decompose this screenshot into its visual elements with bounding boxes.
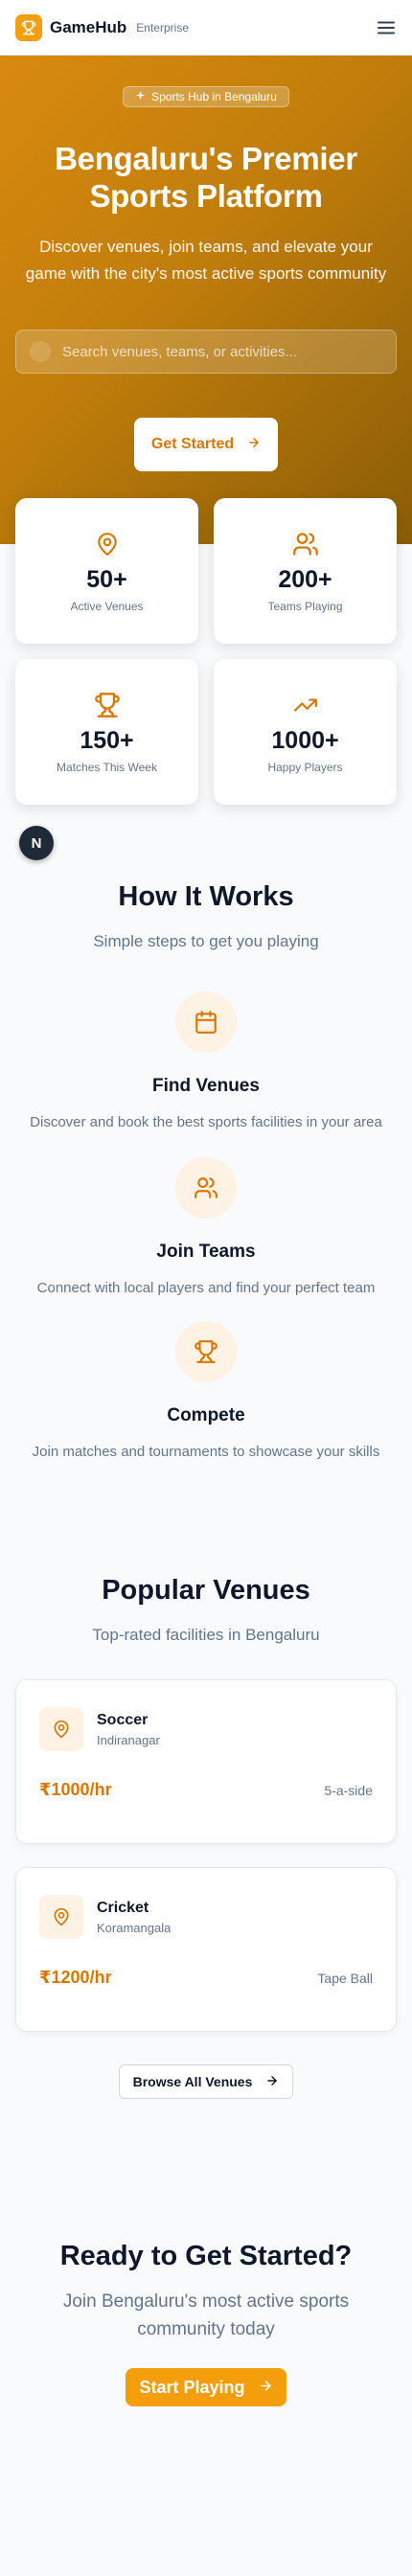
search-bar — [15, 330, 397, 374]
step-desc: Discover and book the best sports facili… — [30, 1114, 382, 1130]
search-icon — [30, 341, 51, 362]
venues-title: Popular Venues — [102, 1575, 310, 1606]
stat-label: Happy Players — [267, 760, 343, 774]
users-icon — [291, 530, 320, 559]
venue-location: Indiranagar — [97, 1732, 160, 1747]
step-title: Compete — [167, 1405, 245, 1425]
browse-label: Browse All Venues — [132, 2074, 253, 2089]
stat-card: 50+ Active Venues — [15, 498, 198, 644]
stat-label: Teams Playing — [267, 599, 343, 613]
map-pin-icon — [95, 530, 120, 559]
arrow-right-icon — [259, 2378, 273, 2398]
stat-card: 200+ Teams Playing — [214, 498, 397, 644]
ready-subtitle: Join Bengaluru's most active sports comm… — [62, 2291, 350, 2339]
step-desc: Join matches and tournaments to showcase… — [32, 1444, 380, 1460]
venue-card[interactable]: Cricket Koramangala ₹1200/hr Tape Ball — [15, 1867, 397, 2032]
browse-all-venues-button[interactable]: Browse All Venues — [118, 2064, 294, 2099]
map-pin-icon — [39, 1707, 83, 1751]
sparkle-icon — [135, 90, 146, 103]
step-join-teams: Join Teams Connect with local players an… — [0, 1157, 412, 1300]
stats-grid: 50+ Active Venues 200+ Teams Playing 150… — [0, 498, 412, 805]
how-it-works-section: How It Works Simple steps to get you pla… — [0, 881, 412, 1464]
map-pin-icon — [39, 1895, 83, 1939]
venue-type: Tape Ball — [317, 1970, 373, 1986]
stat-card: 150+ Matches This Week — [15, 659, 198, 805]
how-title: How It Works — [118, 881, 294, 912]
venue-price: ₹1000/hr — [39, 1780, 112, 1799]
venue-price: ₹1200/hr — [39, 1968, 112, 1987]
start-playing-button[interactable]: Start Playing — [126, 2368, 286, 2406]
start-playing-label: Start Playing — [139, 2377, 245, 2397]
get-started-button[interactable]: Get Started — [133, 418, 279, 471]
arrow-right-icon — [247, 436, 261, 454]
hamburger-menu-icon[interactable] — [376, 17, 397, 38]
step-title: Join Teams — [156, 1242, 256, 1262]
step-title: Find Venues — [152, 1076, 260, 1096]
venue-type: 5-a-side — [324, 1782, 373, 1798]
hero-badge-text: Sports Hub in Bengaluru — [151, 90, 277, 103]
arrow-right-icon — [265, 2074, 279, 2090]
trophy-icon — [94, 691, 121, 719]
venue-card[interactable]: Soccer Indiranagar ₹1000/hr 5-a-side — [15, 1679, 397, 1844]
stat-label: Active Venues — [70, 599, 144, 613]
hero-subtitle: Discover venues, join teams, and elevate… — [25, 238, 387, 283]
floating-avatar-button[interactable]: N — [19, 826, 54, 860]
venue-location: Koramangala — [97, 1920, 172, 1935]
venue-name: Cricket — [97, 1899, 149, 1916]
top-nav: GameHub Enterprise — [0, 0, 412, 56]
ready-title: Ready to Get Started? — [59, 2241, 353, 2271]
popular-venues-section: Popular Venues Top-rated facilities in B… — [0, 1575, 412, 2099]
stat-card: 1000+ Happy Players — [214, 659, 397, 805]
stat-value: 1000+ — [271, 726, 339, 754]
brand[interactable]: GameHub Enterprise — [15, 13, 189, 41]
step-compete: Compete Join matches and tournaments to … — [0, 1321, 412, 1464]
step-desc: Connect with local players and find your… — [36, 1280, 376, 1296]
trending-up-icon — [291, 691, 320, 719]
trophy-icon — [175, 1321, 237, 1382]
brand-name: GameHub — [50, 17, 127, 36]
users-icon — [175, 1157, 237, 1219]
venues-subtitle: Top-rated facilities in Bengaluru — [92, 1626, 320, 1644]
step-find-venues: Find Venues Discover and book the best s… — [0, 992, 412, 1134]
how-subtitle: Simple steps to get you playing — [93, 932, 319, 950]
hero-title: Bengaluru's Premier Sports Platform — [55, 141, 357, 214]
trophy-logo-icon — [15, 13, 42, 41]
stat-label: Matches This Week — [57, 760, 157, 774]
search-input[interactable] — [62, 343, 382, 360]
venue-name: Soccer — [97, 1711, 149, 1728]
brand-edition: Enterprise — [136, 20, 189, 34]
ready-section: Ready to Get Started? Join Bengaluru's m… — [0, 2241, 412, 2445]
stat-value: 50+ — [86, 565, 127, 593]
stat-value: 150+ — [80, 726, 134, 754]
calendar-icon — [175, 992, 237, 1053]
get-started-label: Get Started — [150, 436, 235, 452]
hero-section: Sports Hub in Bengaluru Bengaluru's Prem… — [0, 56, 412, 544]
stat-value: 200+ — [278, 565, 332, 593]
hero-badge: Sports Hub in Bengaluru — [123, 86, 289, 107]
